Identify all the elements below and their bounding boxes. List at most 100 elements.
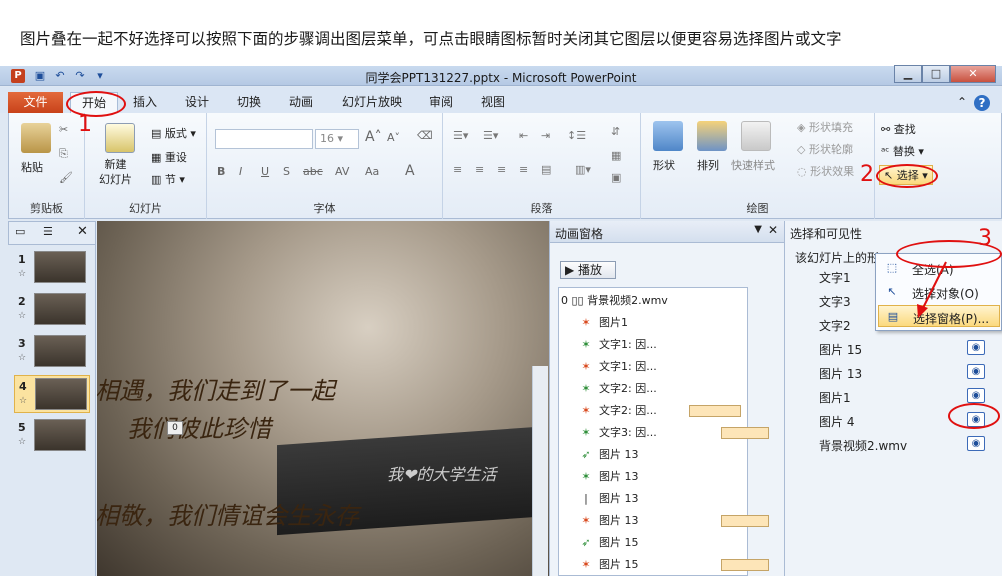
slide-text-line3[interactable]: 相敬，我们情谊会生永存 <box>97 496 359 531</box>
slide-thumb-1[interactable]: 1 ☆ <box>14 249 90 287</box>
selection-pane-item[interactable]: ▤ 选择窗格(P)... <box>878 305 1000 327</box>
selection-item[interactable]: 文字2 <box>819 317 851 334</box>
shrink-font-button[interactable]: A˅ <box>387 131 400 144</box>
copy-icon[interactable]: ⎘ <box>59 147 68 161</box>
tab-transitions[interactable]: 切换 <box>228 92 270 113</box>
strikethrough-button[interactable]: abc <box>303 165 323 178</box>
tab-insert[interactable]: 插入 <box>124 92 166 113</box>
outline-tab-icon[interactable]: ☰ <box>43 225 53 238</box>
slide-scrollbar[interactable] <box>532 366 548 576</box>
decrease-indent-icon[interactable]: ⇤ <box>519 129 528 142</box>
font-size-select[interactable]: 16 ▾ <box>315 129 359 149</box>
increase-indent-icon[interactable]: ⇥ <box>541 129 550 142</box>
shape-effects-button[interactable]: ◌ 形状效果 <box>797 163 854 179</box>
text-direction-icon[interactable]: ⇵ <box>611 125 620 138</box>
grow-font-button[interactable]: A˄ <box>365 129 382 145</box>
tab-file[interactable]: 文件 <box>8 92 63 113</box>
new-slide-button[interactable]: 新建 幻灯片 <box>99 157 132 187</box>
selection-item[interactable]: 图片1 <box>819 389 851 406</box>
paste-icon[interactable] <box>21 123 51 153</box>
bullets-icon[interactable]: ☰▾ <box>453 129 468 142</box>
eye-icon[interactable]: ◉ <box>967 388 985 403</box>
animation-item[interactable]: ✶ 文字1: 因... <box>579 358 656 376</box>
font-name-select[interactable] <box>215 129 313 149</box>
animation-item[interactable]: ✶ 文字3: 因... <box>579 424 656 442</box>
layout-button[interactable]: ▤ 版式 ▾ <box>151 125 196 141</box>
slide-thumb-5[interactable]: 5 ☆ <box>14 417 90 455</box>
animation-item[interactable]: | 图片 13 <box>579 490 638 508</box>
shape-outline-button[interactable]: ◇ 形状轮廓 <box>797 141 853 157</box>
animation-item[interactable]: ✶ 文字1: 因... <box>579 336 656 354</box>
columns-icon[interactable]: ▥▾ <box>575 163 591 176</box>
char-spacing-button[interactable]: AV <box>335 165 349 178</box>
maximize-button[interactable]: □ <box>922 65 950 83</box>
slide-text-line2[interactable]: 我们彼此珍惜 <box>127 409 271 444</box>
selection-item[interactable]: 文字3 <box>819 293 851 310</box>
animation-item[interactable]: ✶ 图片 13 <box>579 468 638 486</box>
align-right-icon[interactable]: ≡ <box>497 163 506 176</box>
tab-review[interactable]: 审阅 <box>420 92 462 113</box>
arrange-icon[interactable] <box>697 121 727 151</box>
numbering-icon[interactable]: ☰▾ <box>483 129 498 142</box>
clear-format-icon[interactable]: ⌫ <box>417 129 433 142</box>
align-center-icon[interactable]: ≡ <box>475 163 484 176</box>
animation-item[interactable]: ✶ 文字2: 因... <box>579 380 656 398</box>
slide-text-line1[interactable]: 相遇，我们走到了一起 <box>97 371 335 406</box>
paste-button[interactable]: 粘贴 <box>21 159 43 175</box>
animation-item[interactable]: ✶ 图片1 <box>579 314 628 332</box>
slide-thumb-4[interactable]: 4 ☆ <box>14 375 90 413</box>
change-case-button[interactable]: Aa <box>365 165 379 178</box>
tab-design[interactable]: 设计 <box>176 92 218 113</box>
italic-button[interactable]: I <box>239 165 242 178</box>
pane-close-icon[interactable]: ✕ <box>768 223 778 237</box>
arrange-button[interactable]: 排列 <box>697 157 719 173</box>
selection-item[interactable]: 图片 4 <box>819 413 854 430</box>
slide-thumb-3[interactable]: 3 ☆ <box>14 333 90 371</box>
align-left-icon[interactable]: ≡ <box>453 163 462 176</box>
line-spacing-icon[interactable]: ↕☰ <box>567 129 586 142</box>
eye-icon[interactable]: ◉ <box>967 364 985 379</box>
minimize-button[interactable]: ▁ <box>894 65 922 83</box>
help-icon[interactable]: ? <box>974 95 990 111</box>
eye-icon[interactable]: ◉ <box>967 340 985 355</box>
cut-icon[interactable]: ✂ <box>59 123 68 136</box>
selection-item[interactable]: 图片 13 <box>819 365 862 382</box>
animation-item[interactable]: ✶ 图片 15 <box>579 556 638 574</box>
shapes-icon[interactable] <box>653 121 683 151</box>
animation-item[interactable]: ✶ 文字2: 因... <box>579 402 656 420</box>
distribute-icon[interactable]: ▤ <box>541 163 551 176</box>
justify-icon[interactable]: ≡ <box>519 163 528 176</box>
selection-item[interactable]: 文字1 <box>819 269 851 286</box>
close-panel-icon[interactable]: ✕ <box>77 224 88 239</box>
bold-button[interactable]: B <box>217 165 225 178</box>
selection-item[interactable]: 图片 15 <box>819 341 862 358</box>
shape-fill-button[interactable]: ◈ 形状填充 <box>797 119 853 135</box>
ribbon-collapse-icon[interactable]: ⌃ <box>955 92 969 113</box>
close-button[interactable]: ✕ <box>950 65 996 83</box>
tab-animations[interactable]: 动画 <box>280 92 322 113</box>
animation-item[interactable]: 0 ▯▯ 背景视频2.wmv <box>561 292 668 310</box>
slide-canvas[interactable]: 我❤的大学生活 相遇，我们走到了一起 我们彼此珍惜 相敬，我们情谊会生永存 0 <box>97 221 549 576</box>
eye-icon[interactable]: ◉ <box>967 436 985 451</box>
align-text-icon[interactable]: ▦ <box>611 149 621 162</box>
tab-slideshow[interactable]: 幻灯片放映 <box>334 92 410 113</box>
animation-timeline-bar[interactable] <box>721 427 769 439</box>
quick-styles-icon[interactable] <box>741 121 771 151</box>
tab-view[interactable]: 视图 <box>472 92 514 113</box>
slides-tab-icon[interactable]: ▭ <box>15 225 25 238</box>
find-button[interactable]: ⚯ 查找 <box>881 121 916 137</box>
new-slide-icon[interactable] <box>105 123 135 153</box>
pane-menu-icon[interactable]: ▼ <box>754 224 762 235</box>
animation-item[interactable]: ➶ 图片 15 <box>579 534 638 552</box>
animation-item[interactable]: ➶ 图片 13 <box>579 446 638 464</box>
underline-button[interactable]: U <box>261 165 269 178</box>
font-color-button[interactable]: A <box>405 163 415 179</box>
animation-timeline-bar[interactable] <box>721 559 769 571</box>
shapes-button[interactable]: 形状 <box>653 157 675 173</box>
reset-button[interactable]: ▦ 重设 <box>151 149 187 165</box>
format-painter-icon[interactable]: 🖌 <box>59 171 73 184</box>
shadow-button[interactable]: S <box>283 165 290 178</box>
animation-timeline-bar[interactable] <box>721 515 769 527</box>
quick-styles-button[interactable]: 快速样式 <box>731 157 775 173</box>
play-button[interactable]: ▶ 播放 <box>560 261 616 279</box>
